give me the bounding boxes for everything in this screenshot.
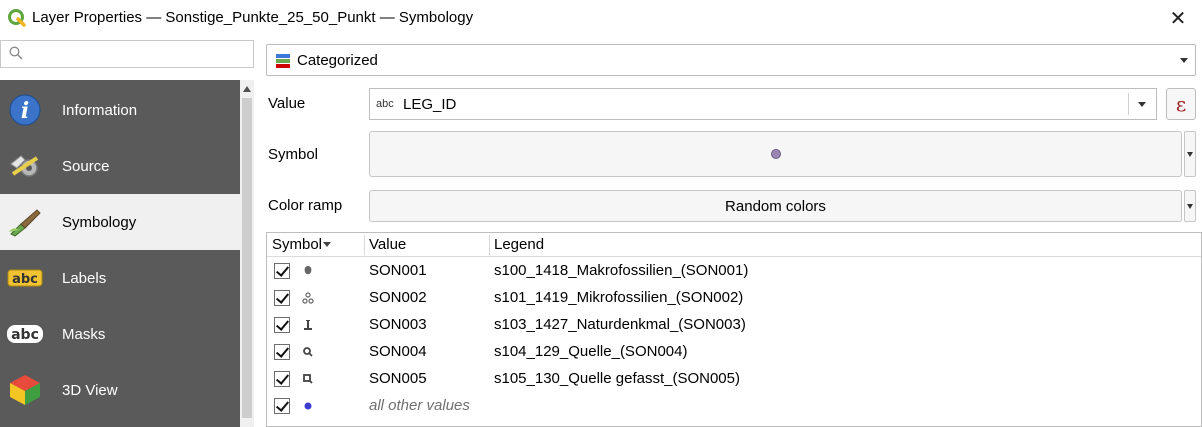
scroll-thumb[interactable]: [242, 98, 252, 418]
categorized-icon: [276, 54, 290, 68]
category-checkbox[interactable]: [274, 344, 290, 360]
renderer-select-value: Categorized: [297, 52, 378, 69]
sidebar-item-3d-view[interactable]: 3D View: [0, 362, 240, 418]
fossil-marker-icon: [304, 266, 312, 275]
value-field-name: LEG_ID: [403, 96, 457, 113]
qgis-logo-icon: [8, 9, 26, 27]
information-icon: i: [6, 91, 44, 129]
close-icon[interactable]: ✕: [1168, 6, 1188, 31]
svg-text:i: i: [21, 98, 29, 124]
category-checkbox[interactable]: [274, 290, 290, 306]
scroll-up-icon[interactable]: [243, 86, 251, 92]
sort-descending-icon: [323, 242, 331, 247]
table-header: Symbol Value Legend: [267, 233, 1201, 257]
sidebar-item-labels[interactable]: abc Labels: [0, 250, 240, 306]
combo-separator: [1128, 93, 1129, 115]
microfossil-marker-icon: [302, 292, 314, 304]
masks-icon: abc: [6, 315, 44, 353]
sidebar-scrollbar[interactable]: [240, 80, 254, 427]
svg-text:abc: abc: [11, 327, 39, 343]
search-box[interactable]: [0, 40, 254, 68]
captured-spring-marker-icon: [303, 374, 313, 384]
chevron-down-icon: [1187, 152, 1193, 157]
categories-table: Symbol Value Legend SON001 s100_1418_Mak…: [266, 232, 1202, 427]
chevron-down-icon: [1180, 58, 1188, 63]
color-ramp-value: Random colors: [725, 198, 826, 215]
symbol-label: Symbol: [268, 146, 319, 163]
sidebar-item-symbology[interactable]: Symbology: [0, 194, 240, 250]
sidebar-item-label: Labels: [62, 269, 107, 287]
expression-button[interactable]: ε: [1166, 88, 1196, 120]
monument-marker-icon: [304, 320, 312, 330]
search-input[interactable]: [29, 44, 249, 64]
category-legend[interactable]: s101_1419_Mikrofossilien_(SON002): [494, 289, 743, 306]
labels-icon: abc: [6, 259, 44, 297]
category-checkbox[interactable]: [274, 317, 290, 333]
category-value: SON003: [369, 316, 427, 333]
category-checkbox[interactable]: [274, 371, 290, 387]
dot-marker-icon: [304, 402, 312, 410]
category-legend[interactable]: s104_129_Quelle_(SON004): [494, 343, 687, 360]
sidebar-item-masks[interactable]: abc Masks: [0, 306, 240, 362]
sidebar-item-information[interactable]: i Information: [0, 82, 240, 138]
symbol-button[interactable]: [369, 131, 1182, 177]
chevron-down-icon: [1187, 204, 1193, 209]
category-value: SON005: [369, 370, 427, 387]
table-row[interactable]: SON004 s104_129_Quelle_(SON004): [267, 339, 1201, 365]
renderer-select[interactable]: Categorized: [266, 44, 1196, 76]
category-value: SON001: [369, 262, 427, 279]
window-title: Layer Properties — Sonstige_Punkte_25_50…: [32, 9, 474, 26]
3d-view-icon: [6, 371, 44, 409]
chevron-down-icon: [1138, 102, 1146, 107]
sidebar: i Information Source Symbology abc Label…: [0, 80, 240, 427]
table-row[interactable]: SON005 s105_130_Quelle gefasst_(SON005): [267, 366, 1201, 392]
source-icon: [6, 147, 44, 185]
column-separator[interactable]: [364, 235, 365, 255]
table-row[interactable]: all other values: [267, 393, 1201, 419]
category-legend[interactable]: s103_1427_Naturdenkmal_(SON003): [494, 316, 746, 333]
sidebar-item-label: Masks: [62, 325, 106, 343]
table-row[interactable]: SON003 s103_1427_Naturdenkmal_(SON003): [267, 312, 1201, 338]
symbol-menu-button[interactable]: [1184, 131, 1196, 177]
string-field-icon: abc: [376, 98, 394, 110]
category-legend[interactable]: s105_130_Quelle gefasst_(SON005): [494, 370, 740, 387]
svg-text:abc: abc: [12, 272, 38, 287]
category-value: all other values: [369, 397, 470, 414]
symbol-preview-icon: [771, 149, 781, 159]
color-ramp-menu-button[interactable]: [1184, 190, 1196, 222]
category-value: SON002: [369, 289, 427, 306]
column-header-legend[interactable]: Legend: [494, 236, 544, 253]
table-row[interactable]: SON001 s100_1418_Makrofossilien_(SON001): [267, 258, 1201, 284]
sidebar-item-source[interactable]: Source: [0, 138, 240, 194]
symbology-icon: [6, 203, 44, 241]
column-header-symbol[interactable]: Symbol: [272, 236, 322, 253]
sidebar-item-label: Source: [62, 157, 110, 175]
sidebar-item-label: 3D View: [62, 381, 118, 399]
color-ramp-label: Color ramp: [268, 197, 343, 214]
column-separator[interactable]: [489, 235, 490, 255]
category-checkbox[interactable]: [274, 263, 290, 279]
title-bar: Layer Properties — Sonstige_Punkte_25_50…: [0, 0, 1202, 36]
category-value: SON004: [369, 343, 427, 360]
sidebar-item-label: Information: [62, 101, 138, 119]
column-header-value[interactable]: Value: [369, 236, 406, 253]
search-icon: [9, 46, 23, 60]
category-legend[interactable]: s100_1418_Makrofossilien_(SON001): [494, 262, 748, 279]
spring-marker-icon: [303, 347, 313, 357]
value-label: Value: [268, 95, 306, 112]
category-checkbox[interactable]: [274, 398, 290, 414]
sidebar-item-label: Symbology: [62, 213, 137, 231]
value-field-combo[interactable]: abc LEG_ID: [369, 88, 1157, 120]
table-row[interactable]: SON002 s101_1419_Mikrofossilien_(SON002): [267, 285, 1201, 311]
color-ramp-button[interactable]: Random colors: [369, 190, 1182, 222]
